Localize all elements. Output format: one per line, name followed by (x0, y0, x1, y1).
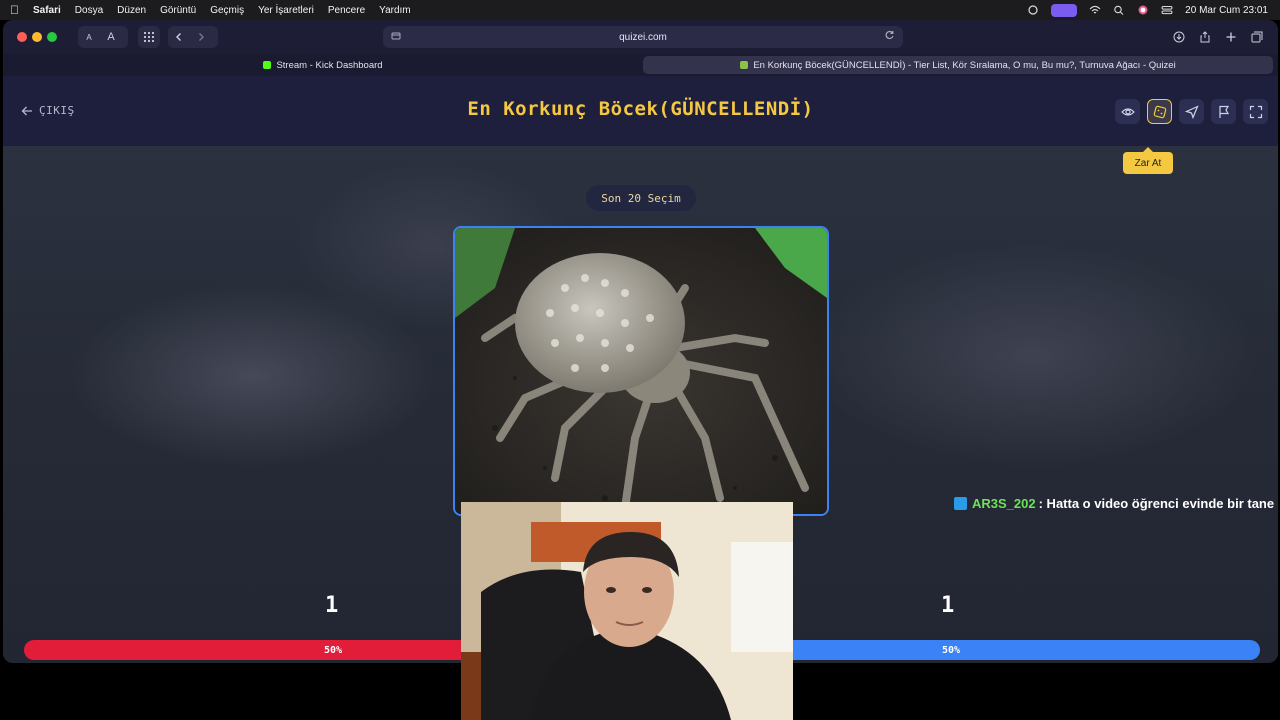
quiz-header: ÇIKIŞ En Korkunç Böcek(GÜNCELLENDİ) (3, 76, 1278, 146)
menu-item-dosya[interactable]: Dosya (75, 5, 103, 16)
wifi-icon[interactable] (1089, 5, 1101, 15)
round-indicator: Son 20 Seçim (586, 185, 696, 211)
text-smaller-button[interactable]: A (78, 26, 100, 48)
tab-label: Stream - Kick Dashboard (276, 59, 383, 71)
menubar-clock[interactable]: 20 Mar Cum 23:01 (1185, 5, 1268, 16)
show-all-tabs-button[interactable] (1246, 26, 1268, 48)
send-icon (1184, 104, 1199, 119)
menu-item-goruntu[interactable]: Görüntü (160, 5, 196, 16)
dice-icon (1153, 105, 1166, 118)
siri-icon[interactable] (1137, 5, 1149, 15)
report-button[interactable] (1211, 99, 1236, 124)
eye-icon (1120, 107, 1135, 116)
chat-username: AR3S_202 (972, 496, 1036, 511)
reload-icon[interactable] (884, 30, 895, 41)
toolbar-right-buttons (1168, 26, 1268, 48)
spider-image (455, 228, 827, 514)
window-close-button[interactable] (17, 32, 27, 42)
menu-item-duzen[interactable]: Düzen (117, 5, 146, 16)
stream-chat-message: AR3S_202 : Hatta o video öğrenci evinde … (954, 496, 1274, 511)
webcam-overlay (461, 502, 793, 720)
quizei-favicon-icon (740, 61, 749, 69)
screen-recording-indicator[interactable] (1051, 3, 1078, 17)
kick-favicon-icon (263, 61, 272, 69)
window-minimize-button[interactable] (32, 32, 42, 42)
flag-icon (1218, 105, 1229, 118)
macos-menubar:  Safari Dosya Düzen Görüntü Geçmiş Yer … (0, 0, 1280, 20)
address-bar[interactable]: quizei.com (383, 26, 903, 48)
page-title: En Korkunç Böcek(GÜNCELLENDİ) (467, 98, 814, 120)
new-tab-button[interactable] (1220, 26, 1242, 48)
tab-bar: Stream - Kick Dashboard En Korkunç Böcek… (3, 54, 1278, 76)
left-percent-label: 50% (323, 644, 343, 656)
control-center-icon[interactable] (1161, 5, 1173, 15)
chat-text: : Hatta o video öğrenci evinde bir tane (1038, 496, 1275, 511)
downloads-button[interactable] (1168, 26, 1190, 48)
spotlight-search-icon[interactable] (1113, 5, 1125, 15)
right-vote-count: 1 (941, 593, 955, 618)
chevron-right-icon (199, 33, 204, 41)
tab-label: En Korkunç Böcek(GÜNCELLENDİ) - Tier Lis… (753, 59, 1176, 71)
share-icon (1200, 31, 1210, 43)
menu-item-yardim[interactable]: Yardım (379, 5, 411, 16)
fullscreen-button[interactable] (1243, 99, 1268, 124)
window-zoom-button[interactable] (47, 32, 57, 42)
forward-button[interactable] (190, 26, 212, 48)
right-percent-label: 50% (941, 644, 961, 656)
header-actions (1115, 99, 1268, 124)
back-button[interactable] (168, 26, 190, 48)
tabs-icon (1251, 31, 1263, 43)
text-larger-button[interactable]: A (100, 26, 122, 48)
roll-dice-button[interactable] (1147, 99, 1172, 124)
menu-item-gecmis[interactable]: Geçmiş (210, 5, 244, 16)
tab-overview-button[interactable] (138, 26, 160, 48)
nav-buttons-group (168, 26, 218, 48)
browser-toolbar: A A quizei.com (3, 20, 1278, 54)
chevron-left-icon (176, 33, 181, 41)
reader-size-group: A A (78, 26, 128, 48)
share-button[interactable] (1194, 26, 1216, 48)
page-settings-icon[interactable] (391, 31, 401, 41)
screen-share-icon[interactable] (1027, 5, 1039, 15)
tab-quizei[interactable]: En Korkunç Böcek(GÜNCELLENDİ) - Tier Lis… (643, 56, 1273, 74)
left-vote-count: 1 (325, 593, 339, 618)
menu-app-name[interactable]: Safari (33, 5, 61, 16)
menu-item-yer-isaretleri[interactable]: Yer İşaretleri (258, 5, 314, 16)
fullscreen-icon (1249, 105, 1262, 118)
chat-badge-icon (954, 497, 967, 510)
roll-dice-tooltip: Zar At (1123, 147, 1173, 174)
apple-icon[interactable]:  (10, 3, 19, 17)
choice-image-card[interactable] (453, 226, 829, 516)
view-button[interactable] (1115, 99, 1140, 124)
grid-icon (143, 31, 155, 43)
download-icon (1173, 31, 1185, 43)
url-text: quizei.com (619, 31, 667, 43)
plus-icon (1226, 32, 1236, 42)
tab-kick-dashboard[interactable]: Stream - Kick Dashboard (8, 56, 638, 74)
menu-item-pencere[interactable]: Pencere (328, 5, 365, 16)
streamer-video (461, 502, 793, 720)
share-quiz-button[interactable] (1179, 99, 1204, 124)
